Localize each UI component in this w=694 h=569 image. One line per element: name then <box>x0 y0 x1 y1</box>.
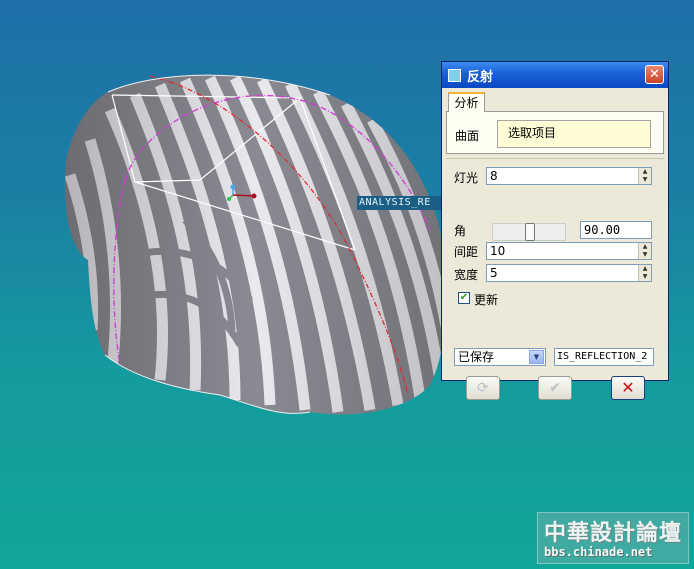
light-value: 8 <box>490 169 498 183</box>
dialog-titlebar[interactable]: 反射 ✕ <box>442 62 668 88</box>
spin-arrows-icon[interactable]: ▲ ▼ <box>638 243 651 259</box>
angle-label: 角 <box>454 224 467 238</box>
cancel-x-icon: ✕ <box>621 378 635 397</box>
width-label: 宽度 <box>454 268 479 282</box>
tab-page-analysis: 曲面 选取项目 <box>446 111 664 154</box>
update-label: 更新 <box>474 293 499 307</box>
light-label: 灯光 <box>454 171 479 185</box>
width-spinner[interactable]: 5 ▲ ▼ <box>486 264 652 282</box>
spin-arrows-icon[interactable]: ▲ ▼ <box>638 168 651 184</box>
separator <box>446 158 664 159</box>
repeat-icon: ⟳ <box>477 380 489 396</box>
spin-arrows-icon[interactable]: ▲ ▼ <box>638 265 651 281</box>
surface-collector[interactable]: 选取项目 <box>497 120 651 148</box>
ok-button[interactable]: ✔ <box>538 376 572 400</box>
angle-slider[interactable] <box>492 223 566 241</box>
update-checkbox[interactable]: ✔ <box>458 292 470 304</box>
reflection-surface[interactable] <box>40 50 470 440</box>
chevron-down-icon[interactable]: ▼ <box>529 350 544 364</box>
reflection-dialog: 反射 ✕ 分析 曲面 选取项目 灯光 8 ▲ ▼ 角 90.00 间距 10 ▲ ▼… <box>441 61 669 400</box>
spacing-label: 间距 <box>454 245 479 259</box>
light-spinner[interactable]: 8 ▲ ▼ <box>486 167 652 185</box>
dialog-body: 分析 曲面 选取项目 灯光 8 ▲ ▼ 角 90.00 间距 10 ▲ ▼ 宽度 5… <box>446 92 664 400</box>
analysis-name-input[interactable]: IS_REFLECTION_2 <box>554 348 654 366</box>
angle-input[interactable]: 90.00 <box>580 221 652 239</box>
close-icon[interactable]: ✕ <box>645 65 664 84</box>
window-icon <box>448 68 461 82</box>
tab-analysis[interactable]: 分析 <box>448 92 485 112</box>
surface-label: 曲面 <box>455 129 480 143</box>
dialog-title: 反射 <box>467 69 494 85</box>
repeat-button[interactable]: ⟳ <box>466 376 500 400</box>
checkmark-icon: ✔ <box>549 380 561 396</box>
saved-select[interactable]: 已保存 ▼ <box>454 348 546 366</box>
forum-watermark: 中華設計論壇 bbs.chinade.net <box>537 512 689 564</box>
watermark-title: 中華設計論壇 <box>544 521 683 546</box>
saved-select-value: 已保存 <box>458 350 495 364</box>
watermark-url: bbs.chinade.net <box>544 545 653 559</box>
analysis-name-tag[interactable]: ANALYSIS_RE <box>357 196 444 210</box>
cancel-button[interactable]: ✕ <box>611 376 645 400</box>
spacing-value: 10 <box>490 244 506 258</box>
slider-thumb[interactable] <box>525 223 535 241</box>
width-value: 5 <box>490 266 498 280</box>
spacing-spinner[interactable]: 10 ▲ ▼ <box>486 242 652 260</box>
